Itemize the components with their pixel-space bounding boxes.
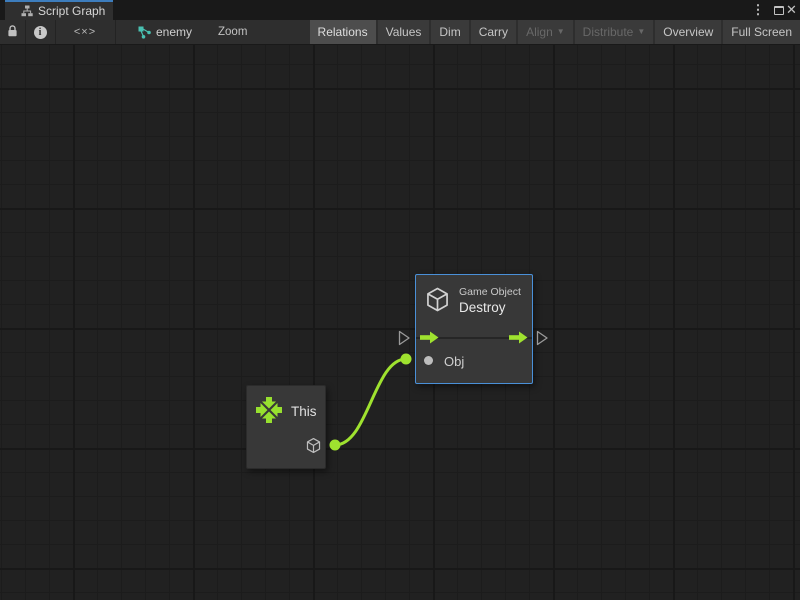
- lock-icon: [6, 24, 19, 41]
- info-icon: i: [34, 26, 47, 39]
- obj-input-port[interactable]: [424, 356, 433, 365]
- tab-bar: Script Graph ⋮ ✕: [0, 0, 800, 20]
- chevron-down-icon: ▼: [637, 20, 645, 44]
- window-close-icon[interactable]: ✕: [785, 0, 798, 20]
- tab-title: Script Graph: [38, 4, 105, 18]
- code-view-button[interactable]: <×>: [55, 20, 115, 44]
- graph-hierarchy-icon: [21, 5, 33, 17]
- values-button[interactable]: Values: [378, 20, 430, 44]
- obj-port-label: Obj: [444, 354, 464, 369]
- zoom-label: Zoom: [218, 20, 247, 44]
- flow-enter-port-triangle[interactable]: [398, 330, 411, 351]
- graph-toolbar: i <×> enemy Zoom 1x Relations Values Dim…: [0, 20, 800, 45]
- node-subtitle: Game Object: [459, 286, 521, 298]
- info-button[interactable]: i: [25, 20, 55, 44]
- chevron-down-icon: ▼: [557, 20, 565, 44]
- window-menu-icon[interactable]: ⋮: [752, 0, 764, 20]
- align-dropdown[interactable]: Align ▼: [518, 20, 573, 44]
- toolbar-button-strip: Relations Values Dim Carry Align ▼ Distr…: [310, 20, 800, 44]
- distribute-dropdown[interactable]: Distribute ▼: [575, 20, 654, 44]
- game-object-cube-icon: [424, 286, 451, 318]
- game-object-output-cube-icon[interactable]: [305, 437, 322, 459]
- lock-button[interactable]: [0, 20, 25, 44]
- carry-button[interactable]: Carry: [471, 20, 516, 44]
- full-screen-button[interactable]: Full Screen: [723, 20, 800, 44]
- relations-button[interactable]: Relations: [310, 20, 376, 44]
- dim-button[interactable]: Dim: [431, 20, 468, 44]
- node-this[interactable]: This: [246, 385, 326, 469]
- window-maximize-icon[interactable]: [774, 0, 784, 20]
- this-self-icon: [255, 396, 283, 429]
- flow-output-arrow-icon[interactable]: [509, 331, 528, 349]
- flow-input-arrow-icon[interactable]: [420, 331, 439, 349]
- flow-exit-port-triangle[interactable]: [536, 330, 549, 351]
- node-title: Destroy: [459, 300, 506, 315]
- wire-layer: [0, 45, 800, 600]
- node-title: This: [291, 404, 317, 419]
- overview-button[interactable]: Overview: [655, 20, 721, 44]
- graph-canvas[interactable]: Game Object Destroy Obj: [0, 45, 800, 600]
- graph-name-breadcrumb[interactable]: enemy: [156, 20, 192, 44]
- graph-asset-icon: [136, 20, 152, 44]
- node-destroy[interactable]: Game Object Destroy Obj: [415, 274, 533, 384]
- script-graph-window: Script Graph ⋮ ✕ i <×>: [0, 0, 800, 600]
- connection-wire[interactable]: [335, 359, 406, 445]
- code-view-icon: <×>: [74, 26, 96, 38]
- tab-script-graph[interactable]: Script Graph: [5, 0, 113, 20]
